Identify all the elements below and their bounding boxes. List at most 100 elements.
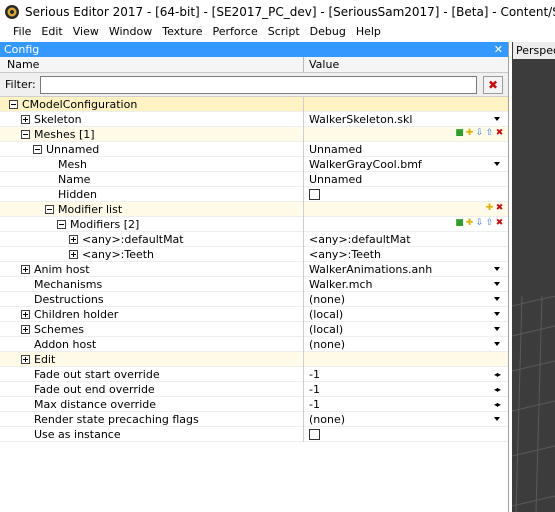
dropdown-arrow-icon[interactable] (494, 266, 500, 271)
filter-input[interactable] (40, 75, 477, 94)
expand-icon[interactable] (69, 249, 78, 259)
property-value-cell[interactable] (304, 187, 508, 202)
delete-icon[interactable]: ✖ (495, 128, 504, 138)
property-value-cell[interactable]: -1 ◂▸ (304, 367, 508, 382)
dropdown-arrow-icon[interactable] (494, 281, 500, 286)
menu-debug[interactable]: Debug (305, 23, 351, 41)
property-value-cell[interactable]: (none) (304, 337, 508, 352)
collapse-icon[interactable] (9, 99, 18, 109)
property-row-hidden[interactable]: Hidden (0, 186, 508, 202)
property-value-cell[interactable]: -1 ◂▸ (304, 382, 508, 397)
add-icon[interactable]: ✚ (465, 128, 474, 138)
property-value-cell[interactable]: (none) (304, 292, 508, 307)
property-row-mechanisms[interactable]: Mechanisms Walker.mch (0, 276, 508, 292)
expand-icon[interactable] (21, 264, 30, 274)
expand-icon[interactable] (69, 234, 78, 244)
move-up-icon[interactable]: ⇧ (485, 128, 494, 138)
checkbox[interactable] (309, 428, 320, 440)
spinner-arrows-icon[interactable]: ◂▸ (494, 370, 501, 379)
delete-icon[interactable]: ✖ (495, 203, 504, 213)
property-row-any-teeth[interactable]: <any>:Teeth <any>:Teeth (0, 246, 508, 262)
copy-icon[interactable]: ■ (455, 128, 464, 138)
property-value-cell[interactable]: (local) (304, 322, 508, 337)
property-row-children-holder[interactable]: Children holder (local) (0, 306, 508, 322)
property-value-cell[interactable]: WalkerAnimations.anh (304, 262, 508, 277)
move-up-icon[interactable]: ⇧ (485, 218, 494, 228)
property-value-cell[interactable]: <any>:defaultMat (304, 232, 508, 247)
menu-help[interactable]: Help (351, 23, 386, 41)
dropdown-arrow-icon[interactable] (494, 311, 500, 316)
menu-file[interactable]: File (0, 23, 36, 41)
column-header-value[interactable]: Value (304, 57, 508, 72)
property-row-anim-host[interactable]: Anim host WalkerAnimations.anh (0, 261, 508, 277)
delete-icon[interactable]: ✖ (495, 218, 504, 228)
spinner-arrows-icon[interactable]: ◂▸ (494, 400, 501, 409)
property-row-destructions[interactable]: Destructions (none) (0, 291, 508, 307)
property-row-edit[interactable]: Edit (0, 351, 508, 367)
checkbox[interactable] (309, 188, 320, 200)
dropdown-arrow-icon[interactable] (494, 161, 500, 166)
property-value-cell[interactable]: (none) (304, 412, 508, 427)
menu-texture[interactable]: Texture (157, 23, 207, 41)
property-value: (none) (309, 412, 346, 426)
dropdown-arrow-icon[interactable] (494, 416, 500, 421)
property-value-cell[interactable]: Walker.mch (304, 277, 508, 292)
property-value-cell[interactable]: ✚ ✖ (304, 202, 508, 217)
property-value-cell[interactable] (304, 427, 508, 442)
expand-icon[interactable] (21, 309, 30, 319)
property-row-fade-out-end-override[interactable]: Fade out end override -1 ◂▸ (0, 381, 508, 397)
column-header-name[interactable]: Name (0, 57, 304, 72)
property-row-skeleton[interactable]: Skeleton WalkerSkeleton.skl (0, 111, 508, 127)
property-row-max-distance-override[interactable]: Max distance override -1 ◂▸ (0, 396, 508, 412)
collapse-icon[interactable] (33, 144, 42, 154)
move-down-icon[interactable]: ⇩ (475, 128, 484, 138)
property-value-cell[interactable]: ■ ✚ ⇩ ⇧ ✖ (304, 127, 508, 142)
spinner-arrows-icon[interactable]: ◂▸ (494, 385, 501, 394)
viewport-tab[interactable]: Perspective (513, 42, 555, 59)
property-row-name[interactable]: Name Unnamed (0, 171, 508, 187)
dropdown-arrow-icon[interactable] (494, 341, 500, 346)
collapse-icon[interactable] (57, 219, 66, 229)
menu-script[interactable]: Script (263, 23, 305, 41)
property-row-modifiers-2[interactable]: Modifiers [2] ■ ✚ ⇩ ⇧ ✖ (0, 216, 508, 232)
property-value-cell[interactable]: -1 ◂▸ (304, 397, 508, 412)
property-value-cell[interactable]: Unnamed (304, 172, 508, 187)
menu-view[interactable]: View (68, 23, 104, 41)
menu-perforce[interactable]: Perforce (208, 23, 263, 41)
expand-icon[interactable] (21, 354, 30, 364)
property-row-meshes-1[interactable]: Meshes [1] ■ ✚ ⇩ ⇧ ✖ (0, 126, 508, 142)
move-down-icon[interactable]: ⇩ (475, 218, 484, 228)
property-row-use-as-instance[interactable]: Use as instance (0, 426, 508, 442)
property-row-any-defaultmat[interactable]: <any>:defaultMat <any>:defaultMat (0, 231, 508, 247)
expand-icon[interactable] (21, 114, 30, 124)
property-value-cell[interactable] (304, 352, 508, 367)
property-row-cmodelconfiguration[interactable]: CModelConfiguration (0, 96, 508, 112)
property-row-mesh[interactable]: Mesh WalkerGrayCool.bmf (0, 156, 508, 172)
menu-edit[interactable]: Edit (36, 23, 67, 41)
property-row-fade-out-start-override[interactable]: Fade out start override -1 ◂▸ (0, 366, 508, 382)
menu-window[interactable]: Window (104, 23, 157, 41)
close-icon[interactable]: ✕ (494, 42, 503, 57)
property-row-addon-host[interactable]: Addon host (none) (0, 336, 508, 352)
property-value-cell[interactable] (304, 97, 508, 112)
property-value-cell[interactable]: WalkerGrayCool.bmf (304, 157, 508, 172)
property-row-unnamed[interactable]: Unnamed Unnamed (0, 141, 508, 157)
property-value-cell[interactable]: WalkerSkeleton.skl (304, 112, 508, 127)
clear-filter-button[interactable]: ✖ (483, 75, 503, 94)
add-icon[interactable]: ✚ (485, 203, 494, 213)
property-row-render-state-precaching-flags[interactable]: Render state precaching flags (none) (0, 411, 508, 427)
property-row-modifier-list[interactable]: Modifier list ✚ ✖ (0, 201, 508, 217)
dropdown-arrow-icon[interactable] (494, 296, 500, 301)
add-icon[interactable]: ✚ (465, 218, 474, 228)
property-value-cell[interactable]: ■ ✚ ⇩ ⇧ ✖ (304, 217, 508, 232)
dropdown-arrow-icon[interactable] (494, 326, 500, 331)
property-value-cell[interactable]: <any>:Teeth (304, 247, 508, 262)
property-row-schemes[interactable]: Schemes (local) (0, 321, 508, 337)
collapse-icon[interactable] (45, 204, 54, 214)
property-value-cell[interactable]: (local) (304, 307, 508, 322)
property-value-cell[interactable]: Unnamed (304, 142, 508, 157)
dropdown-arrow-icon[interactable] (494, 116, 500, 121)
expand-icon[interactable] (21, 324, 30, 334)
copy-icon[interactable]: ■ (455, 218, 464, 228)
collapse-icon[interactable] (21, 129, 30, 139)
